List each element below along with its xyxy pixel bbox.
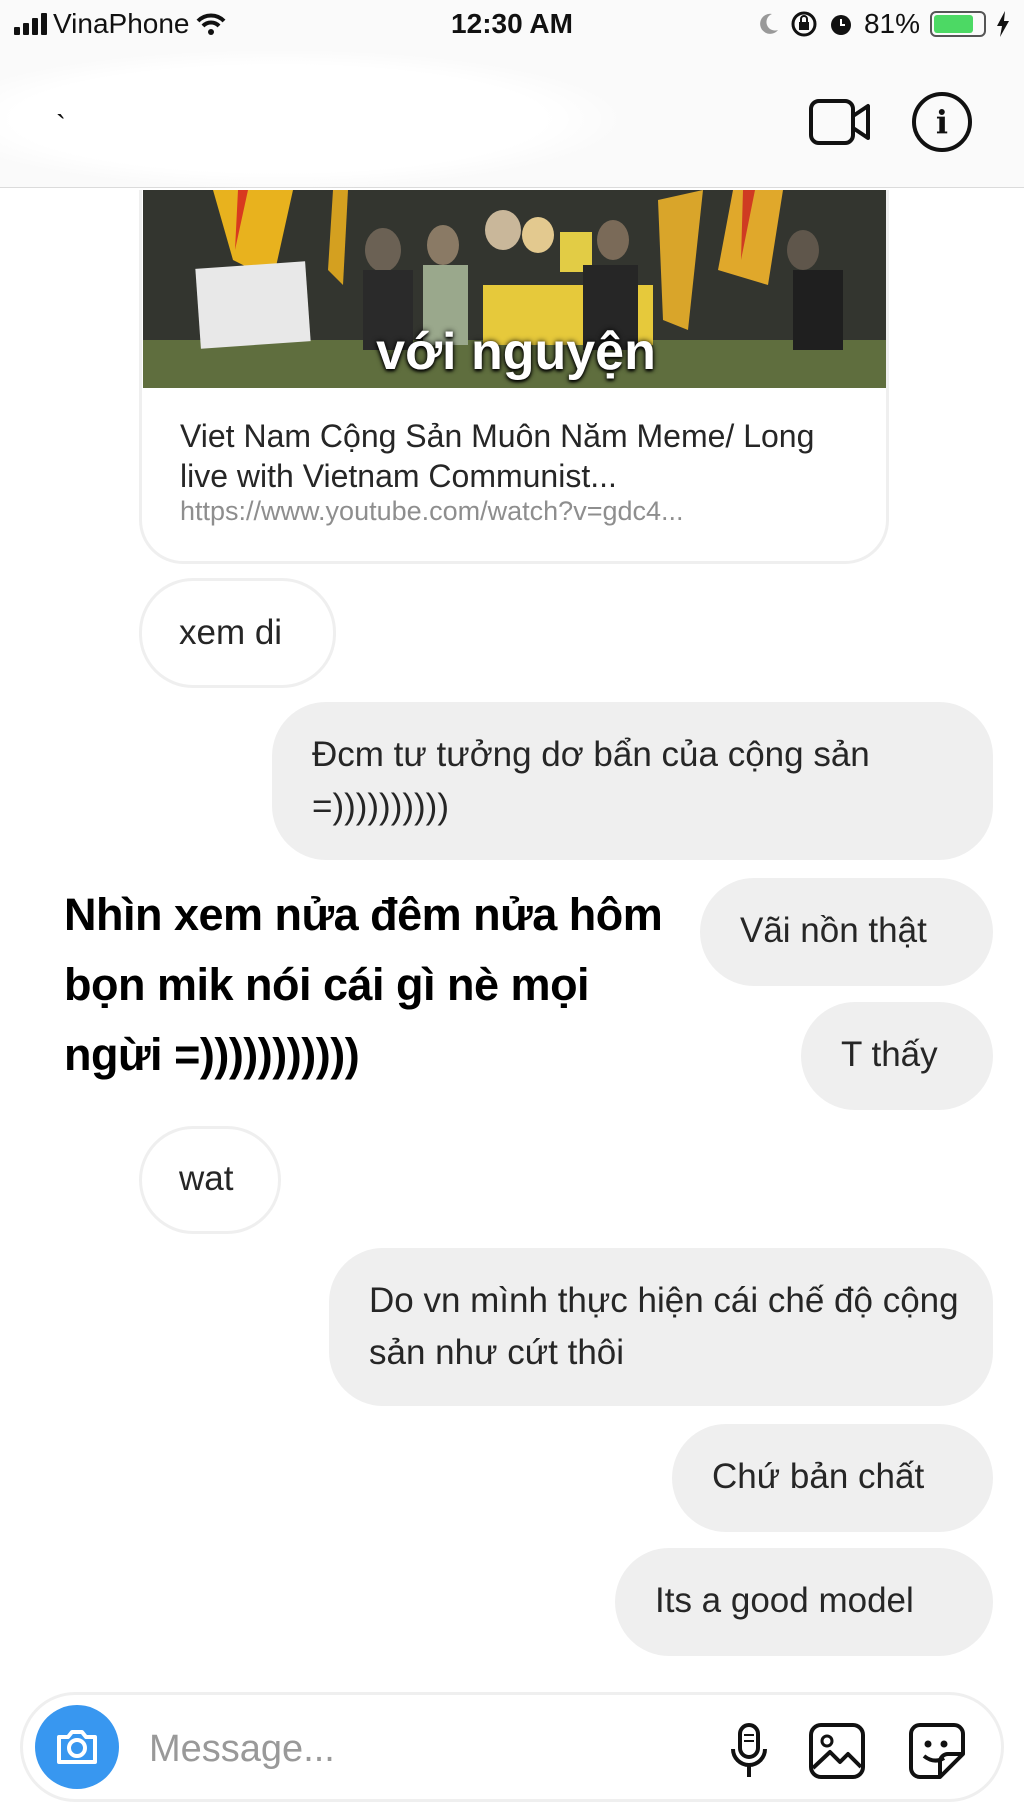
moon-icon (760, 13, 778, 34)
alarm-icon (830, 15, 851, 35)
link-url[interactable]: https://www.youtube.com/watch?v=gdc4... (180, 496, 860, 527)
message-bubble-sent[interactable]: T thấy (801, 1002, 993, 1110)
message-text: Vãi nồn thật (740, 911, 927, 950)
message-composer (20, 1692, 1004, 1802)
sticker-icon (909, 1723, 965, 1779)
microphone-icon (731, 1723, 767, 1777)
thumbnail-caption: với nguyện (376, 323, 656, 381)
link-preview-card[interactable]: với nguyện Viet Nam Cộng Sản Muôn Năm Me… (139, 190, 889, 564)
message-text: T thấy (841, 1035, 938, 1074)
message-bubble-sent[interactable]: Chứ bản chất (672, 1424, 993, 1532)
video-thumbnail[interactable]: với nguyện (143, 190, 886, 388)
message-bubble-received[interactable]: xem di (139, 578, 336, 688)
camera-icon (57, 1730, 97, 1764)
message-text: Do vn mình thực hiện cái chế độ cộng sản… (369, 1281, 959, 1372)
message-bubble-received[interactable]: wat (139, 1126, 281, 1234)
battery-percent: 81% (863, 8, 920, 39)
back-button[interactable]: ` (56, 110, 66, 144)
status-bar: VinaPhone 12:30 AM 81% (0, 0, 1024, 50)
message-input[interactable] (149, 1723, 589, 1775)
status-right: 81% (758, 8, 1010, 40)
camera-button[interactable] (35, 1705, 119, 1789)
message-bubble-sent[interactable]: Đcm tư tưởng dơ bẩn của cộng sản =))))))… (272, 702, 993, 860)
redacted-contact-area: ` (0, 50, 620, 188)
message-text: Chứ bản chất (712, 1457, 925, 1496)
gallery-button[interactable] (807, 1721, 867, 1781)
overlay-caption: Nhìn xem nửa đêm nửa hôm bọn mik nói cái… (64, 889, 663, 1080)
chat-header: ` i (0, 50, 1024, 188)
battery-icon (930, 11, 986, 37)
info-button[interactable]: i (912, 92, 972, 152)
info-icon: i (935, 103, 949, 141)
message-text: xem di (179, 613, 283, 652)
message-bubble-sent[interactable]: Its a good model (615, 1548, 993, 1656)
charging-icon (997, 11, 1009, 37)
message-text: Đcm tư tưởng dơ bẩn của cộng sản =))))))… (312, 735, 870, 826)
message-text: Its a good model (655, 1581, 914, 1620)
message-bubble-sent[interactable]: Vãi nồn thật (700, 878, 993, 986)
link-title[interactable]: Viet Nam Cộng Sản Muôn Năm Meme/ Long li… (180, 416, 860, 496)
message-text: wat (179, 1159, 234, 1198)
video-call-button[interactable] (808, 98, 872, 146)
video-camera-icon (809, 99, 870, 145)
voice-button[interactable] (719, 1721, 779, 1781)
message-bubble-sent[interactable]: Do vn mình thực hiện cái chế độ cộng sản… (329, 1248, 993, 1406)
rotation-lock-icon (791, 11, 817, 37)
gallery-icon (809, 1723, 865, 1779)
sticker-button[interactable] (907, 1721, 967, 1781)
